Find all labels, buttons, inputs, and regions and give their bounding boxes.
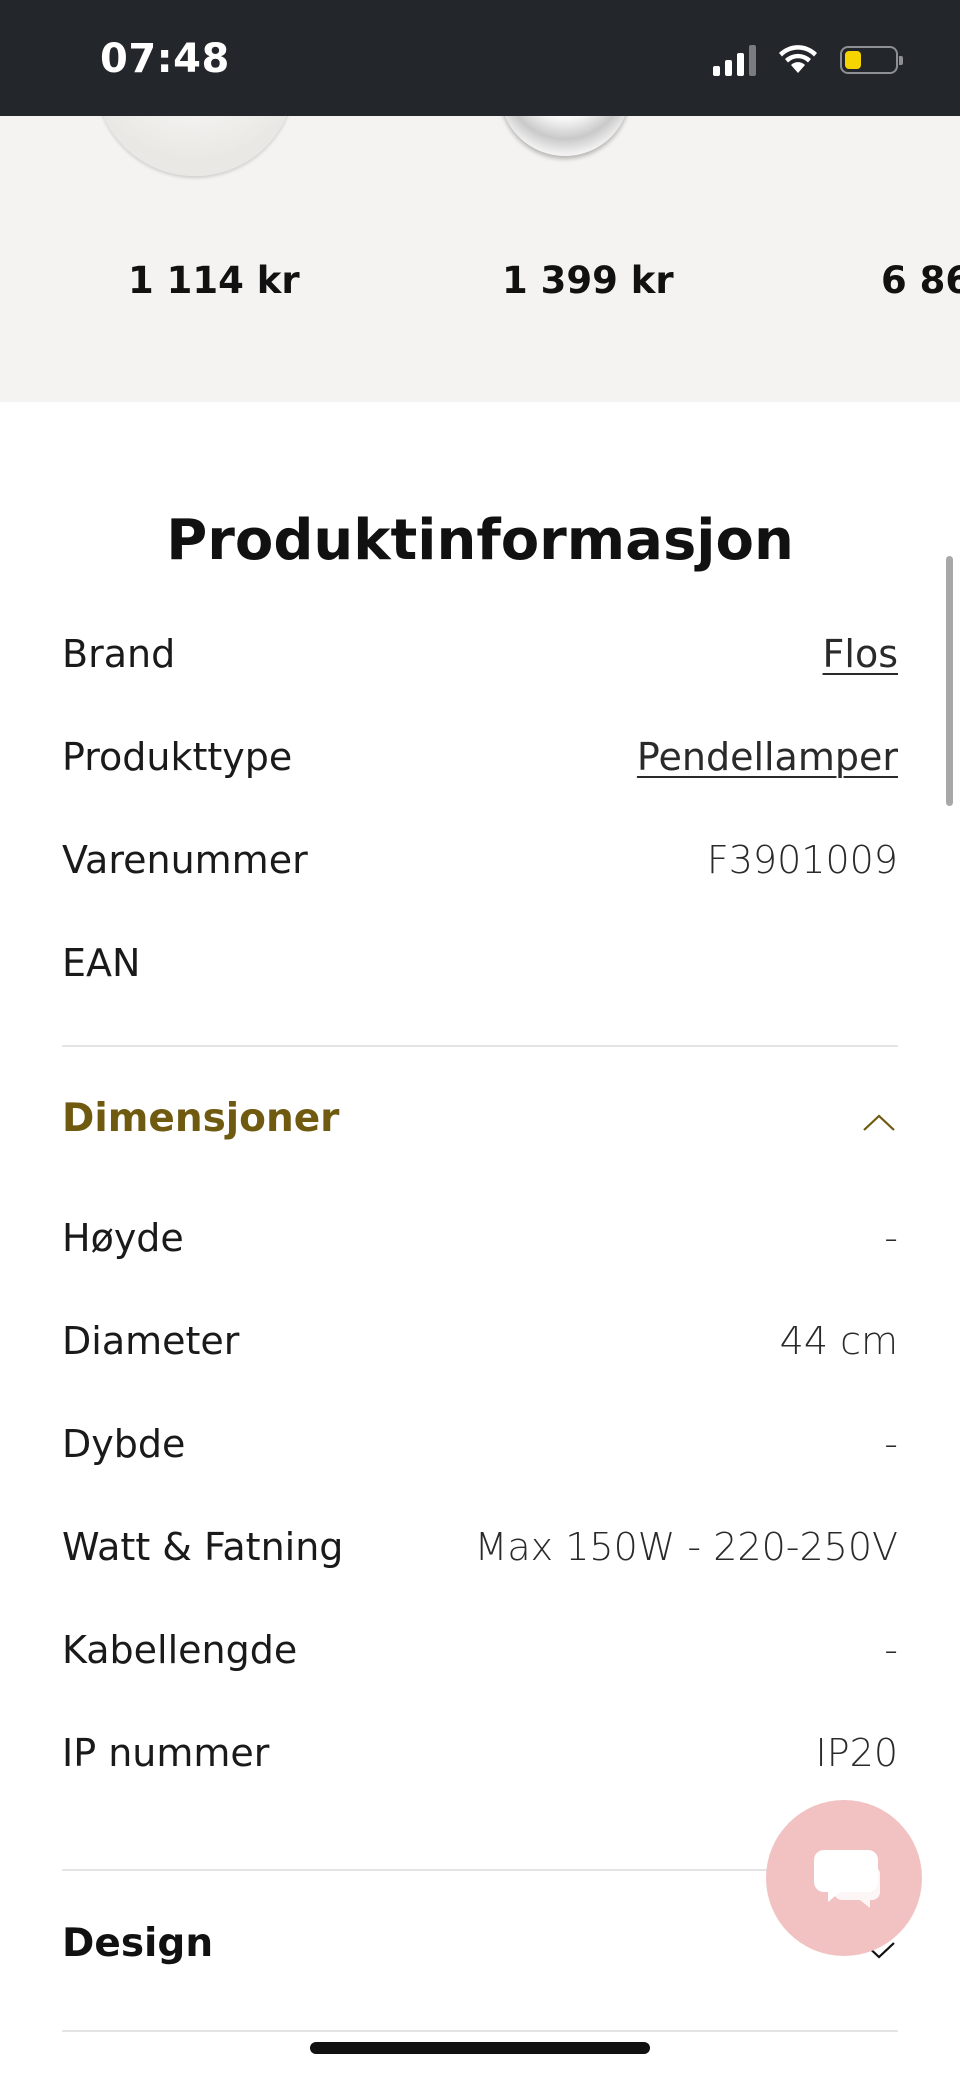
row-value: F3901009 [706, 838, 898, 882]
dimension-row-watt: Watt & Fatning Max 150W - 220-250V [62, 1525, 898, 1585]
dimension-row-ip: IP nummer IP20 [62, 1731, 898, 1791]
row-value: IP20 [815, 1731, 898, 1775]
chevron-up-icon [863, 1114, 895, 1131]
chat-button[interactable] [766, 1800, 922, 1956]
status-bar: 07:48 [0, 0, 960, 116]
brand-link[interactable]: Flos [823, 632, 898, 676]
row-label: Dybde [62, 1422, 186, 1466]
accordion-title: Design [62, 1921, 214, 1966]
status-time: 07:48 [100, 36, 230, 82]
row-value: 44 cm [779, 1319, 898, 1363]
product-price: 1 399 kr [502, 259, 674, 302]
dimension-row-cable-length: Kabellengde - [62, 1628, 898, 1688]
row-value: - [884, 1216, 898, 1260]
divider [62, 1045, 898, 1047]
related-products-carousel[interactable]: 1 114 kr 1 399 kr 6 86 [0, 116, 960, 402]
row-value: - [884, 1422, 898, 1466]
row-value: - [884, 1628, 898, 1672]
cellular-signal-icon [713, 44, 756, 76]
accordion-dimensions-header[interactable]: Dimensjoner [62, 1096, 898, 1166]
page-title: Produktinformasjon [166, 508, 794, 573]
row-label: EAN [62, 941, 141, 985]
row-label: Watt & Fatning [62, 1525, 344, 1569]
scrollbar-thumb[interactable] [946, 556, 953, 806]
wifi-icon [779, 45, 817, 73]
product-price: 6 86 [881, 259, 960, 302]
battery-level [845, 51, 861, 69]
status-icons [713, 44, 903, 76]
info-row-brand: Brand Flos [62, 632, 898, 692]
info-row-item-number: Varenummer F3901009 [62, 838, 898, 898]
row-label: Høyde [62, 1216, 184, 1260]
product-image[interactable] [95, 116, 295, 176]
row-label: Varenummer [62, 838, 308, 882]
row-label: Produkttype [62, 735, 293, 779]
row-label: Kabellengde [62, 1628, 298, 1672]
dimension-row-height: Høyde - [62, 1216, 898, 1276]
chat-bubbles-icon [814, 1850, 880, 1908]
row-label: Diameter [62, 1319, 240, 1363]
row-value: Max 150W - 220-250V [474, 1525, 898, 1569]
product-type-link[interactable]: Pendellamper [637, 735, 898, 779]
row-label: Brand [62, 632, 176, 676]
product-image[interactable] [500, 116, 630, 156]
home-indicator [310, 2042, 650, 2054]
product-price: 1 114 kr [128, 259, 300, 302]
battery-icon [840, 46, 903, 74]
dimension-row-depth: Dybde - [62, 1422, 898, 1482]
accordion-title: Dimensjoner [62, 1096, 340, 1141]
row-label: IP nummer [62, 1731, 270, 1775]
divider [62, 2030, 898, 2032]
info-row-ean: EAN [62, 941, 898, 1001]
info-row-product-type: Produkttype Pendellamper [62, 735, 898, 795]
dimension-row-diameter: Diameter 44 cm [62, 1319, 898, 1379]
